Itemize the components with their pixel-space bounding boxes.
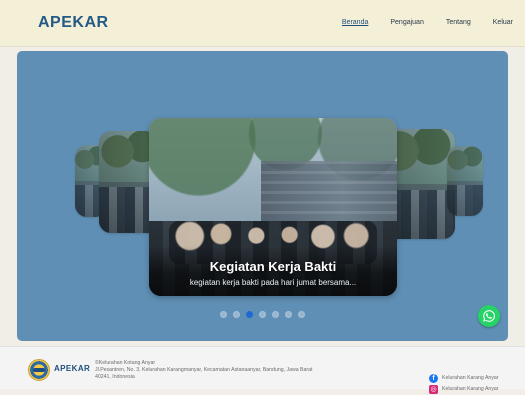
- nav-keluar[interactable]: Keluar: [493, 19, 513, 26]
- site-footer: APEKAR ©Kelurahan Kotang Anyar Jl.Pesant…: [0, 346, 525, 394]
- instagram-icon: ◎: [429, 385, 438, 394]
- main-nav: Beranda Pengajuan Tentang Keluar: [320, 19, 513, 26]
- carousel-dot[interactable]: [259, 311, 266, 318]
- facebook-icon: f: [429, 374, 438, 383]
- address-line-3: 40241, Indonesia: [95, 374, 135, 380]
- kelurahan-logo-icon: [28, 359, 50, 381]
- whatsapp-icon: [483, 310, 495, 322]
- facebook-label[interactable]: Kelurahan Karang Anyar: [442, 373, 499, 384]
- slide-caption: Kegiatan Kerja Bakti kegiatan kerja bakt…: [149, 246, 397, 296]
- carousel-dot[interactable]: [272, 311, 279, 318]
- instagram-label[interactable]: Kelurahan Karang Anyar: [442, 384, 499, 395]
- slide-subtitle: kegiatan kerja bakti pada hari jumat ber…: [189, 278, 357, 287]
- carousel-dot-active[interactable]: [246, 311, 253, 318]
- whatsapp-button[interactable]: [478, 305, 500, 327]
- carousel-active-slide[interactable]: Kegiatan Kerja Bakti kegiatan kerja bakt…: [149, 118, 397, 296]
- slide-title: Kegiatan Kerja Bakti: [209, 259, 337, 274]
- carousel-dot[interactable]: [298, 311, 305, 318]
- carousel-indicators: [17, 311, 508, 321]
- carousel-side-card-far-right[interactable]: [447, 146, 483, 216]
- footer-social: f Kelurahan Karang Anyar ◎ Kelurahan Kar…: [429, 373, 519, 395]
- nav-beranda[interactable]: Beranda: [342, 19, 368, 26]
- social-instagram[interactable]: ◎ Kelurahan Karang Anyar: [429, 384, 519, 395]
- carousel-dot[interactable]: [220, 311, 227, 318]
- address-line-2: Jl.Pesantren, No. 3, Kelurahan Karangman…: [95, 367, 313, 373]
- footer-address: ©Kelurahan Kotang Anyar Jl.Pesantren, No…: [95, 360, 365, 381]
- social-facebook[interactable]: f Kelurahan Karang Anyar: [429, 373, 519, 384]
- footer-brand: APEKAR: [54, 364, 91, 373]
- hero-section: Kegiatan Kerja Bakti kegiatan kerja bakt…: [17, 51, 508, 341]
- app-brand[interactable]: APEKAR: [38, 14, 109, 32]
- address-line-1: ©Kelurahan Kotang Anyar: [95, 360, 156, 366]
- carousel-dot[interactable]: [233, 311, 240, 318]
- nav-pengajuan[interactable]: Pengajuan: [390, 19, 423, 26]
- nav-tentang[interactable]: Tentang: [446, 19, 471, 26]
- carousel-dot[interactable]: [285, 311, 292, 318]
- top-navbar: APEKAR Beranda Pengajuan Tentang Keluar: [0, 0, 525, 47]
